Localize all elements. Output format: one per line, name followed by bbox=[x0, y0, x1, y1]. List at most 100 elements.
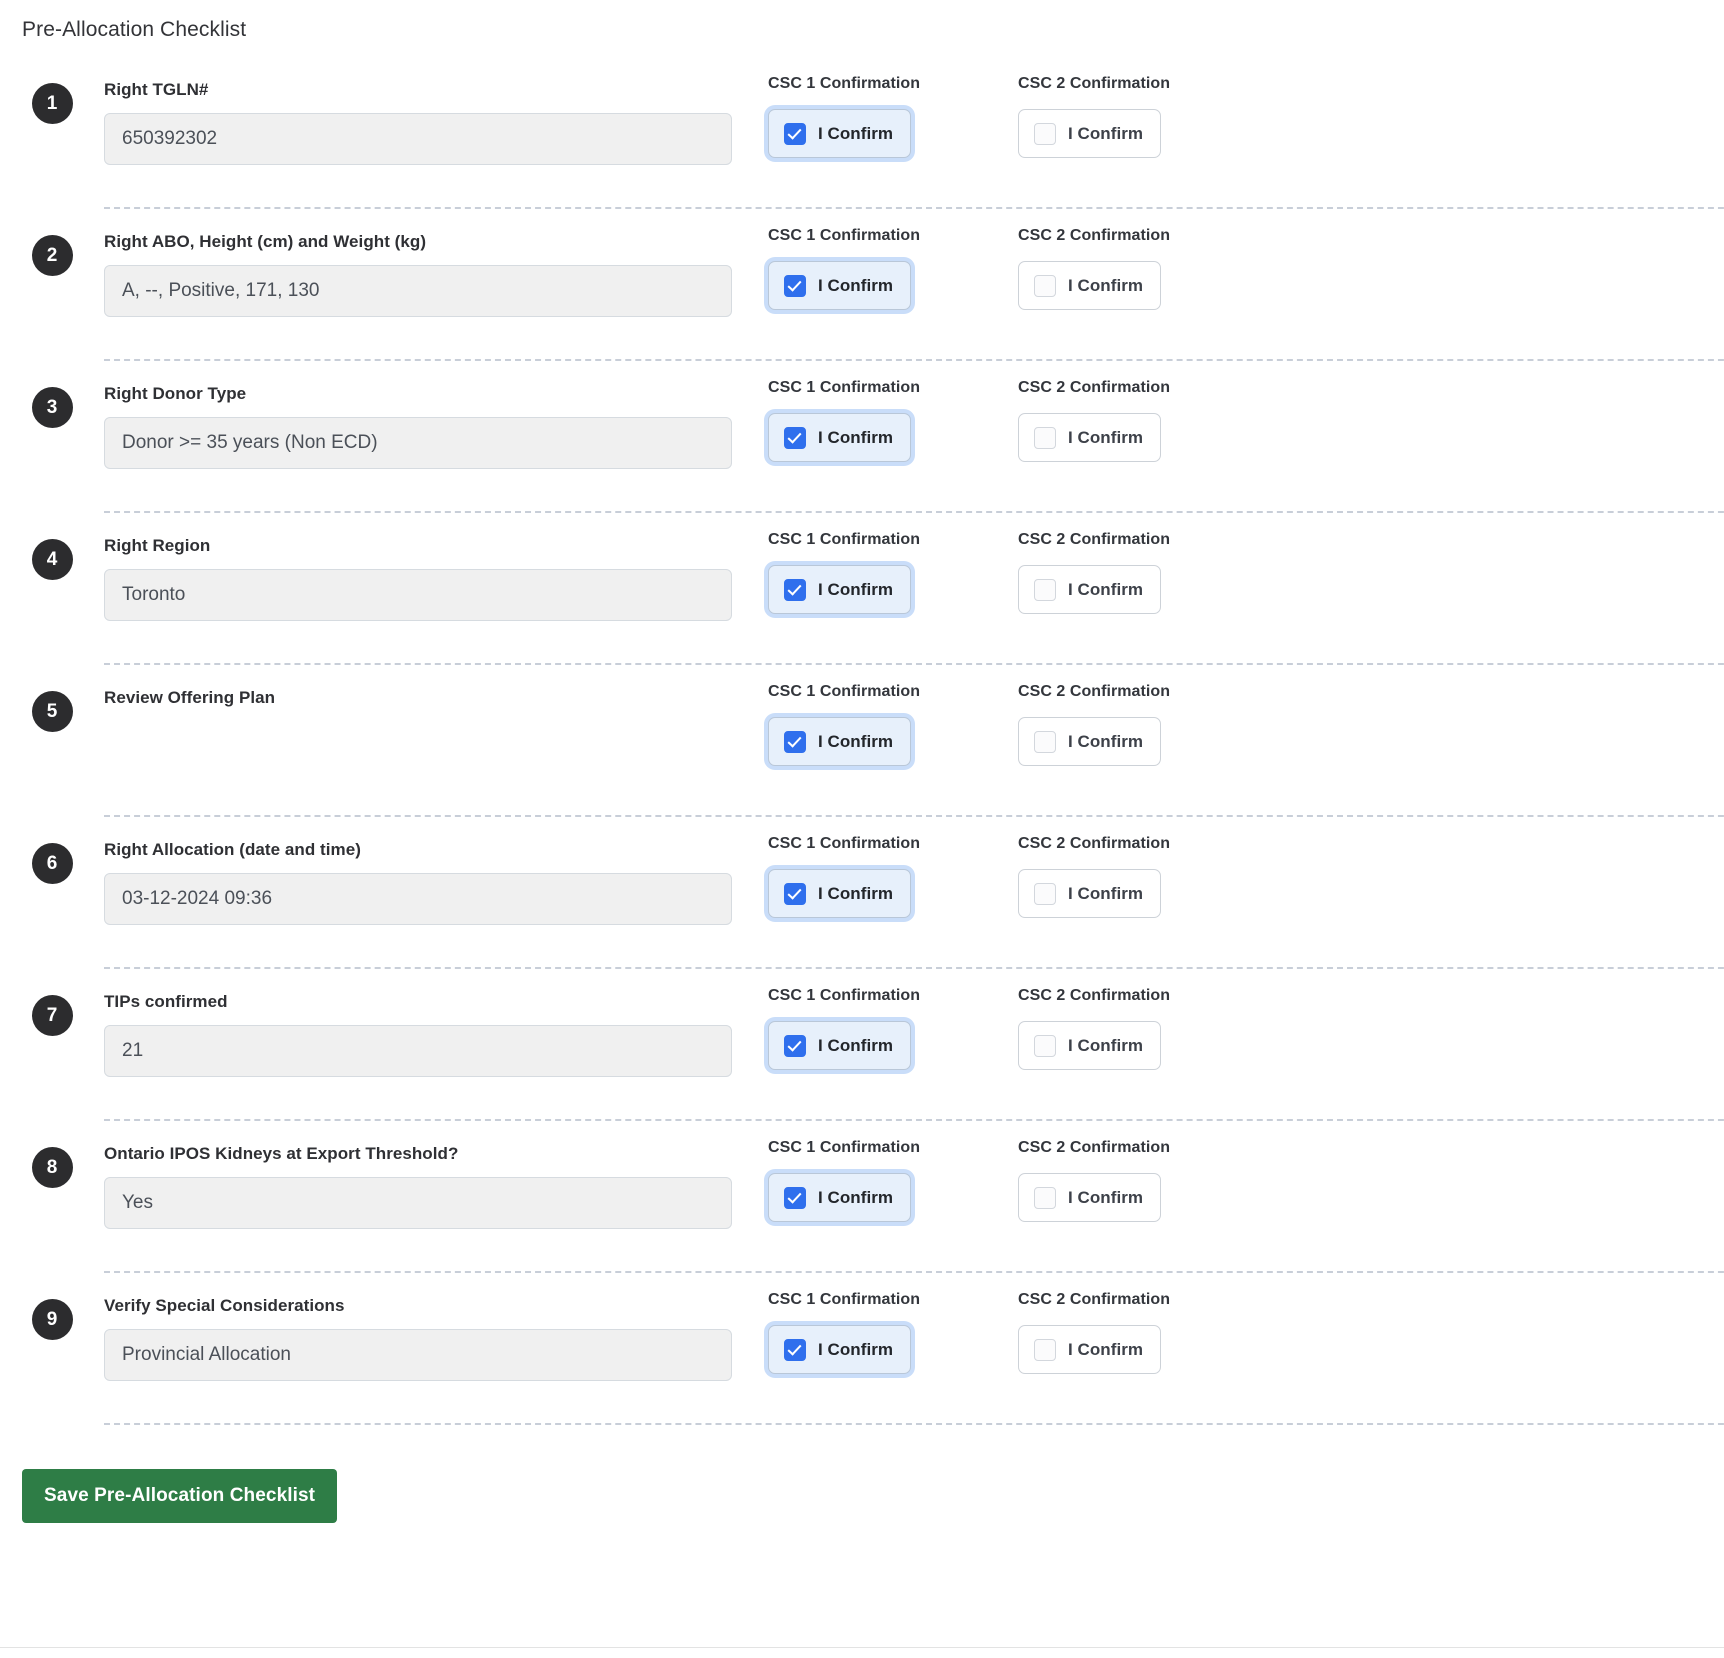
field-label: Right ABO, Height (cm) and Weight (kg) bbox=[104, 231, 759, 252]
csc2-header: CSC 2 Confirmation bbox=[1018, 227, 1257, 245]
checkbox-icon bbox=[784, 731, 806, 753]
csc1-header: CSC 1 Confirmation bbox=[768, 987, 1008, 1005]
csc2-confirm-label: I Confirm bbox=[1068, 1036, 1143, 1056]
step-number-container: 3 bbox=[0, 359, 104, 428]
step-number-badge: 3 bbox=[32, 387, 73, 428]
field-label: Right Region bbox=[104, 535, 759, 556]
csc1-column: CSC 1 ConfirmationI Confirm bbox=[759, 815, 1008, 918]
csc2-column: CSC 2 ConfirmationI Confirm bbox=[1008, 815, 1257, 918]
checklist-row: 8Ontario IPOS Kidneys at Export Threshol… bbox=[0, 1119, 1724, 1271]
csc1-confirm-label: I Confirm bbox=[818, 1340, 893, 1360]
csc2-confirm-label: I Confirm bbox=[1068, 1188, 1143, 1208]
csc2-header: CSC 2 Confirmation bbox=[1018, 1139, 1257, 1157]
csc2-confirm-checkbox[interactable]: I Confirm bbox=[1018, 565, 1161, 614]
csc2-confirm-checkbox[interactable]: I Confirm bbox=[1018, 413, 1161, 462]
row-divider bbox=[104, 815, 1724, 817]
save-pre-allocation-checklist-button[interactable]: Save Pre-Allocation Checklist bbox=[22, 1469, 337, 1523]
field-value-input[interactable]: A, --, Positive, 171, 130 bbox=[104, 265, 732, 317]
checklist-row: 3 Right Donor Type Donor >= 35 years (Non … bbox=[0, 359, 1724, 511]
step-number-container: 2 bbox=[0, 207, 104, 276]
csc1-confirm-checkbox[interactable]: I Confirm bbox=[768, 1021, 911, 1070]
csc2-confirm-checkbox[interactable]: I Confirm bbox=[1018, 261, 1161, 310]
csc1-confirm-checkbox[interactable]: I Confirm bbox=[768, 109, 911, 158]
csc2-confirm-label: I Confirm bbox=[1068, 884, 1143, 904]
field-label: Right Donor Type bbox=[104, 383, 759, 404]
field-value-input[interactable]: Yes bbox=[104, 1177, 732, 1229]
csc1-confirm-label: I Confirm bbox=[818, 276, 893, 296]
step-number-badge: 5 bbox=[32, 691, 73, 732]
checkbox-icon bbox=[1034, 731, 1056, 753]
field-column: Right TGLN# 650392302 bbox=[104, 55, 759, 165]
row-divider bbox=[104, 1271, 1724, 1273]
field-column: TIPs confirmed21 bbox=[104, 967, 759, 1077]
field-label: Review Offering Plan bbox=[104, 687, 759, 708]
step-number-container: 6 bbox=[0, 815, 104, 884]
csc2-confirm-label: I Confirm bbox=[1068, 124, 1143, 144]
csc1-header: CSC 1 Confirmation bbox=[768, 683, 1008, 701]
checkbox-icon bbox=[784, 275, 806, 297]
csc2-column: CSC 2 ConfirmationI Confirm bbox=[1008, 511, 1257, 614]
save-button-container: Save Pre-Allocation Checklist bbox=[0, 1425, 1724, 1523]
row-divider bbox=[104, 511, 1724, 513]
field-value-input[interactable]: 03-12-2024 09:36 bbox=[104, 873, 732, 925]
csc1-confirm-label: I Confirm bbox=[818, 580, 893, 600]
csc2-confirm-checkbox[interactable]: I Confirm bbox=[1018, 1325, 1161, 1374]
csc2-confirm-checkbox[interactable]: I Confirm bbox=[1018, 109, 1161, 158]
step-number-badge: 8 bbox=[32, 1147, 73, 1188]
csc1-confirm-label: I Confirm bbox=[818, 1188, 893, 1208]
step-number-badge: 9 bbox=[32, 1299, 73, 1340]
checkbox-icon bbox=[1034, 579, 1056, 601]
field-value-input[interactable]: 650392302 bbox=[104, 113, 732, 165]
step-number-badge: 2 bbox=[32, 235, 73, 276]
csc2-column: CSC 2 ConfirmationI Confirm bbox=[1008, 55, 1257, 158]
csc1-confirm-checkbox[interactable]: I Confirm bbox=[768, 717, 911, 766]
csc1-header: CSC 1 Confirmation bbox=[768, 531, 1008, 549]
checklist-row: 4 Right Region Toronto CSC 1 Confirmation I … bbox=[0, 511, 1724, 663]
csc1-confirm-label: I Confirm bbox=[818, 884, 893, 904]
csc2-confirm-label: I Confirm bbox=[1068, 428, 1143, 448]
step-number-container: 8 bbox=[0, 1119, 104, 1188]
checklist-rows: 1Right TGLN#650392302CSC 1 ConfirmationI… bbox=[0, 55, 1724, 1423]
csc2-confirm-checkbox[interactable]: I Confirm bbox=[1018, 869, 1161, 918]
csc2-column: CSC 2 ConfirmationI Confirm bbox=[1008, 967, 1257, 1070]
checkbox-icon bbox=[784, 1339, 806, 1361]
csc1-confirm-checkbox[interactable]: I Confirm bbox=[768, 1173, 911, 1222]
row-divider bbox=[104, 663, 1724, 665]
checkbox-icon bbox=[1034, 1187, 1056, 1209]
row-divider bbox=[104, 967, 1724, 969]
field-column: Right Region Toronto bbox=[104, 511, 759, 621]
checkbox-icon bbox=[784, 1187, 806, 1209]
checklist-row: 2 Right ABO, Height (cm) and Weight (kg) A… bbox=[0, 207, 1724, 359]
csc1-confirm-checkbox[interactable]: I Confirm bbox=[768, 565, 911, 614]
field-label: Right TGLN# bbox=[104, 79, 759, 100]
field-value-input[interactable]: 21 bbox=[104, 1025, 732, 1077]
csc1-confirm-checkbox[interactable]: I Confirm bbox=[768, 261, 911, 310]
csc1-confirm-label: I Confirm bbox=[818, 1036, 893, 1056]
csc2-column: CSC 2 Confirmation I Confirm bbox=[1008, 207, 1257, 310]
field-column: Right Allocation (date and time)03-12-20… bbox=[104, 815, 759, 925]
csc1-confirm-checkbox[interactable]: I Confirm bbox=[768, 1325, 911, 1374]
field-value-input[interactable]: Donor >= 35 years (Non ECD) bbox=[104, 417, 732, 469]
csc1-confirm-label: I Confirm bbox=[818, 124, 893, 144]
checkbox-icon bbox=[784, 123, 806, 145]
csc1-confirm-label: I Confirm bbox=[818, 732, 893, 752]
row-divider bbox=[104, 207, 1724, 209]
field-value-input[interactable]: Toronto bbox=[104, 569, 732, 621]
checklist-row: 6Right Allocation (date and time)03-12-2… bbox=[0, 815, 1724, 967]
csc2-confirm-checkbox[interactable]: I Confirm bbox=[1018, 717, 1161, 766]
csc2-header: CSC 2 Confirmation bbox=[1018, 1291, 1257, 1309]
csc1-confirm-label: I Confirm bbox=[818, 428, 893, 448]
checklist-bottom-divider bbox=[104, 1423, 1724, 1425]
csc1-header: CSC 1 Confirmation bbox=[768, 1291, 1008, 1309]
csc2-confirm-checkbox[interactable]: I Confirm bbox=[1018, 1173, 1161, 1222]
checkbox-icon bbox=[784, 883, 806, 905]
field-value-input[interactable]: Provincial Allocation bbox=[104, 1329, 732, 1381]
checkbox-icon bbox=[1034, 1035, 1056, 1057]
csc2-confirm-checkbox[interactable]: I Confirm bbox=[1018, 1021, 1161, 1070]
csc1-column: CSC 1 ConfirmationI Confirm bbox=[759, 55, 1008, 158]
csc1-confirm-checkbox[interactable]: I Confirm bbox=[768, 869, 911, 918]
step-number-badge: 4 bbox=[32, 539, 73, 580]
field-column: Review Offering Plan bbox=[104, 663, 759, 721]
csc1-header: CSC 1 Confirmation bbox=[768, 379, 1008, 397]
csc1-confirm-checkbox[interactable]: I Confirm bbox=[768, 413, 911, 462]
